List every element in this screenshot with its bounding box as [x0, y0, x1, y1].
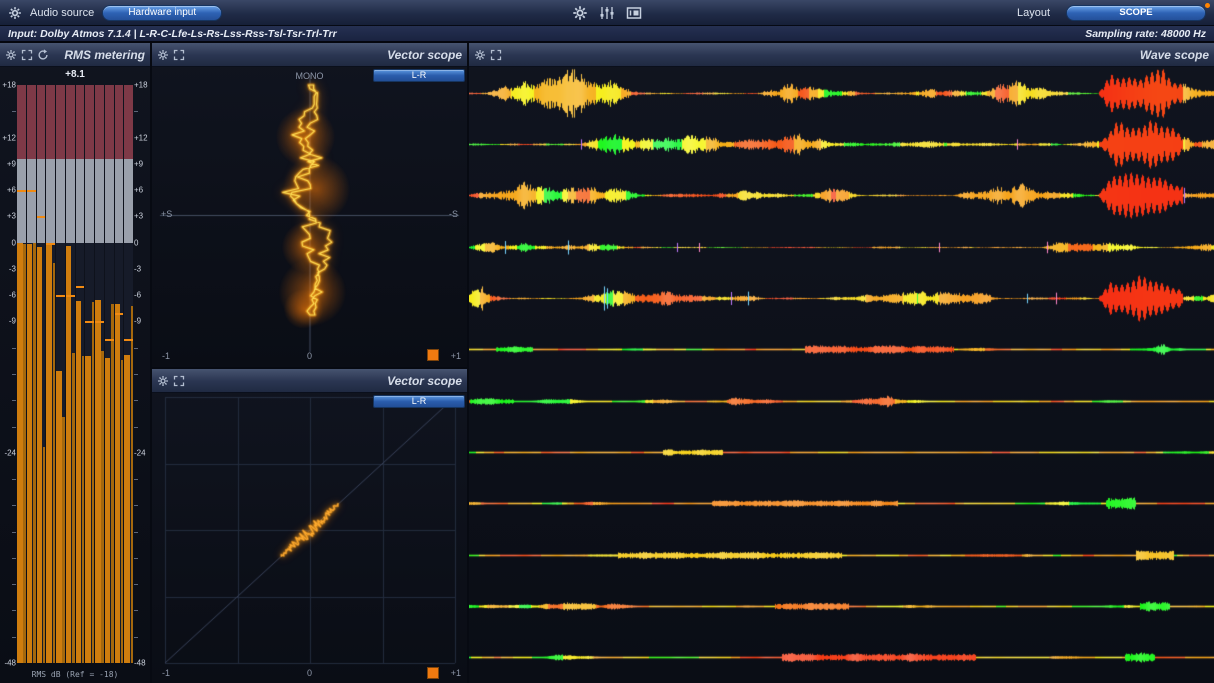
channel-pair-button[interactable]: L-R	[373, 69, 465, 82]
vector-scope-display	[152, 67, 467, 367]
layout-button[interactable]: Layout	[1017, 7, 1050, 19]
axis-label-right: +1	[451, 668, 461, 678]
vector-scope-header: Vector scope	[152, 369, 467, 393]
reset-icon[interactable]	[37, 49, 49, 61]
minus-s-label: -S	[449, 209, 458, 219]
settings-gear-icon[interactable]	[8, 6, 22, 20]
sliders-icon[interactable]	[599, 5, 615, 21]
rms-max-value: +8.1	[0, 69, 150, 80]
fullscreen-icon[interactable]	[173, 49, 185, 61]
rms-meter-columns	[17, 85, 133, 663]
axis-label-center: 0	[307, 668, 312, 678]
channel-pair-button[interactable]: L-R	[373, 395, 465, 408]
rms-footer-label: RMS dB (Ref = -18)	[0, 670, 150, 679]
status-indicator-dot	[1205, 3, 1210, 8]
wave-scope-panel: Wave scope	[469, 43, 1214, 683]
panel-title: Vector scope	[387, 374, 462, 388]
input-format-label: Input: Dolby Atmos 7.1.4 | L-R-C-Lfe-Ls-…	[8, 28, 337, 40]
panel-title: Wave scope	[1140, 48, 1209, 62]
panel-title: RMS metering	[64, 48, 145, 62]
sampling-rate-label: Sampling rate: 48000 Hz	[1085, 28, 1206, 40]
rms-scale-right: +18+12+9+6+30-3-6-9-24-48	[134, 85, 149, 663]
gear-icon[interactable]	[157, 375, 169, 387]
fullscreen-icon[interactable]	[173, 375, 185, 387]
top-center-tools	[572, 5, 642, 21]
meter-column-Ls	[56, 85, 65, 663]
clip-indicator[interactable]	[427, 349, 439, 361]
plus-s-label: +S	[161, 209, 172, 219]
meter-column-Tsl	[95, 85, 104, 663]
meter-column-Trr	[124, 85, 133, 663]
top-right-tools: Layout SCOPE	[1017, 5, 1206, 21]
gear-icon[interactable]	[157, 49, 169, 61]
vector-scope-panel-bottom: Vector scope L-R -1 0 +1	[152, 369, 467, 683]
fullscreen-icon[interactable]	[21, 49, 33, 61]
gear-icon[interactable]	[474, 49, 486, 61]
meter-column-Rss	[85, 85, 94, 663]
axis-label-left: -1	[162, 668, 170, 678]
meter-column-Tsr	[105, 85, 114, 663]
rms-scale-left: +18+12+9+6+30-3-6-9-24-48	[1, 85, 16, 663]
hardware-input-button[interactable]: Hardware input	[102, 5, 222, 21]
rms-meter-area: +18+12+9+6+30-3-6-9-24-48 +18+12+9+6+30-…	[0, 85, 150, 663]
io-icon[interactable]	[626, 5, 642, 21]
vector-scope-panel-top: Vector scope MONO L-R +S -S -1 0 +1	[152, 43, 467, 367]
gear-icon[interactable]	[572, 5, 588, 21]
rms-panel-header: RMS metering	[0, 43, 150, 67]
meter-column-Lfe	[46, 85, 55, 663]
rms-metering-panel: RMS metering +8.1 +18+12+9+6+30-3-6-9-24…	[0, 43, 150, 683]
fullscreen-icon[interactable]	[490, 49, 502, 61]
wave-scope-header: Wave scope	[469, 43, 1214, 67]
meter-column-L	[17, 85, 26, 663]
info-bar: Input: Dolby Atmos 7.1.4 | L-R-C-Lfe-Ls-…	[0, 26, 1214, 43]
meter-column-Lss	[76, 85, 85, 663]
scope-button[interactable]: SCOPE	[1066, 5, 1206, 21]
clip-indicator[interactable]	[427, 667, 439, 679]
vector-scope-header: Vector scope	[152, 43, 467, 67]
axis-label-left: -1	[162, 351, 170, 361]
panel-title: Vector scope	[387, 48, 462, 62]
gear-icon[interactable]	[5, 49, 17, 61]
axis-label-center: 0	[307, 351, 312, 361]
wave-scope-display	[469, 67, 1214, 683]
vector-scope-display	[152, 393, 467, 683]
axis-label-right: +1	[451, 351, 461, 361]
meter-column-C	[37, 85, 46, 663]
top-bar: Audio source Hardware input Layout SCOPE	[0, 0, 1214, 26]
meter-column-Rs	[66, 85, 75, 663]
audio-source-label: Audio source	[30, 7, 94, 19]
analyzer-app: Audio source Hardware input Layout SCOPE…	[0, 0, 1214, 683]
meter-column-Trl	[115, 85, 124, 663]
meter-column-R	[27, 85, 36, 663]
